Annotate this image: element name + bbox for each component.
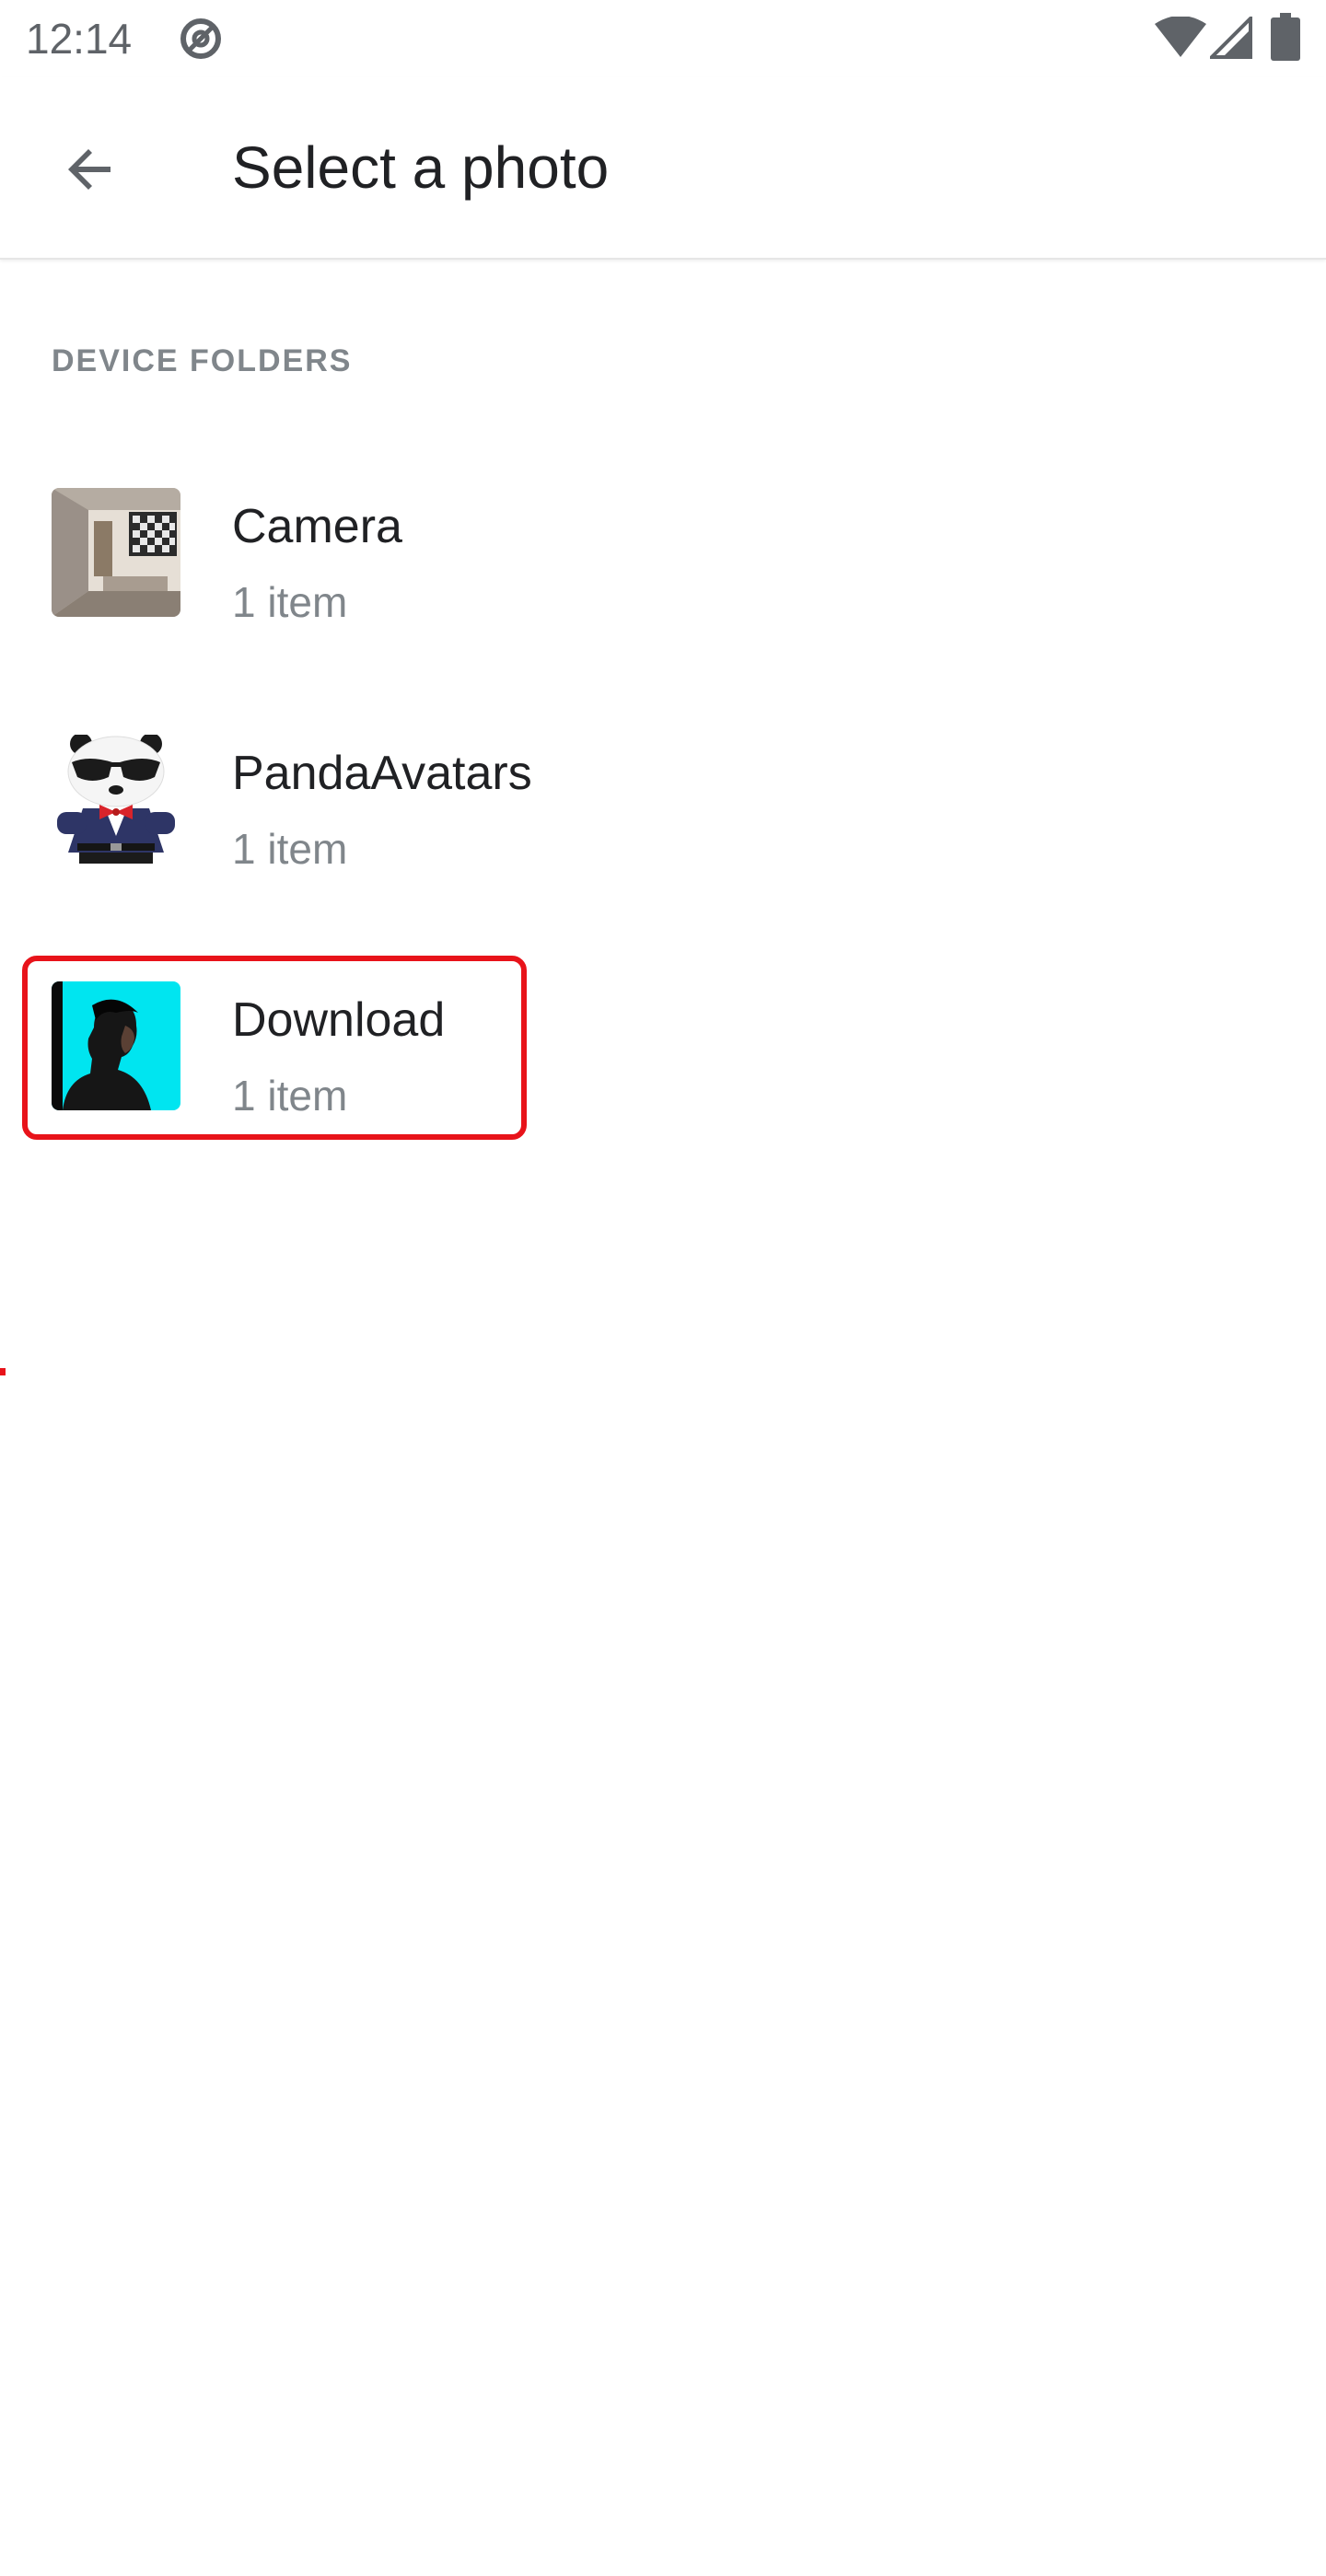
status-bar: 12:14: [0, 0, 1326, 77]
annotation-mark: [0, 1368, 6, 1375]
folder-item-count: 1 item: [232, 1072, 348, 1120]
photo-picker-screen: 12:14 Select a photo DEVICE FOLDERS Came…: [0, 0, 1326, 2576]
wifi-icon: [1155, 17, 1206, 57]
folder-name: PandaAvatars: [232, 747, 532, 800]
app-bar: Select a photo: [0, 77, 1326, 260]
folder-item-camera[interactable]: Camera 1 item: [0, 431, 1326, 678]
folder-thumbnail-camera: [52, 488, 180, 617]
folder-thumbnail-pandaavatars: [52, 735, 180, 864]
folder-name: Download: [232, 993, 446, 1047]
folder-thumbnail-download: [52, 981, 180, 1110]
status-time: 12:14: [26, 15, 133, 63]
folder-item-count: 1 item: [232, 578, 348, 626]
folder-item-download[interactable]: Download 1 item: [0, 924, 1326, 1171]
folder-item-count: 1 item: [232, 825, 348, 873]
folder-name: Camera: [232, 500, 402, 553]
page-title: Select a photo: [232, 134, 610, 201]
cell-signal-icon: [1210, 17, 1252, 59]
battery-icon: [1271, 13, 1300, 61]
no-disturb-icon: [180, 18, 221, 59]
back-button[interactable]: [46, 125, 134, 214]
arrow-back-icon: [68, 149, 110, 190]
section-header-device-folders: DEVICE FOLDERS: [52, 343, 353, 378]
folder-item-pandaavatars[interactable]: PandaAvatars 1 item: [0, 678, 1326, 924]
